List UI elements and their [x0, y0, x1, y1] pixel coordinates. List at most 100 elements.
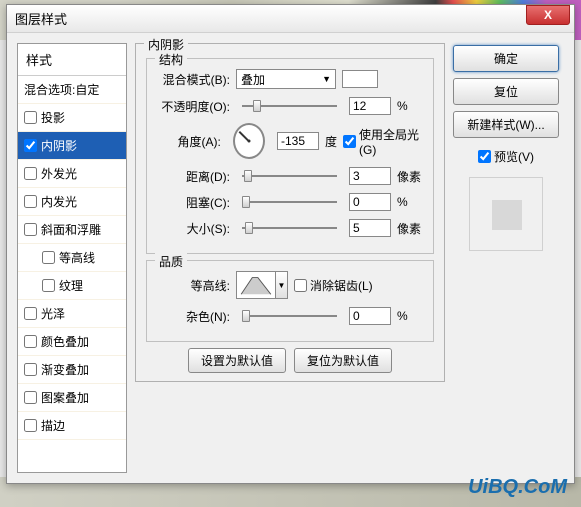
slider-thumb[interactable] — [242, 310, 250, 322]
size-input[interactable] — [349, 219, 391, 237]
layer-style-dialog: 图层样式 X 样式 混合选项:自定投影内阴影外发光内发光斜面和浮雕等高线纹理光泽… — [6, 4, 575, 484]
titlebar: 图层样式 X — [7, 5, 574, 33]
style-item-0[interactable]: 混合选项:自定 — [18, 76, 126, 104]
style-item-1[interactable]: 投影 — [18, 104, 126, 132]
angle-input[interactable] — [277, 132, 319, 150]
ok-button[interactable]: 确定 — [453, 45, 559, 72]
close-button[interactable]: X — [526, 5, 570, 25]
anti-alias-label: 消除锯齿(L) — [310, 277, 373, 294]
style-item-check[interactable] — [24, 139, 37, 152]
quality-group: 品质 等高线: ▼ 消除锯齿(L) 杂色(N): — [146, 260, 434, 342]
angle-dial[interactable] — [233, 123, 265, 159]
style-item-5[interactable]: 斜面和浮雕 — [18, 216, 126, 244]
structure-title: 结构 — [155, 51, 187, 68]
style-item-3[interactable]: 外发光 — [18, 160, 126, 188]
style-item-check[interactable] — [24, 195, 37, 208]
new-style-button[interactable]: 新建样式(W)... — [453, 111, 559, 138]
size-label: 大小(S): — [155, 220, 230, 237]
style-item-8[interactable]: 光泽 — [18, 300, 126, 328]
noise-unit: % — [397, 309, 425, 323]
contour-curve-icon — [237, 272, 275, 298]
noise-input[interactable] — [349, 307, 391, 325]
angle-unit: 度 — [325, 133, 337, 150]
quality-title: 品质 — [155, 253, 187, 270]
global-light-checkbox[interactable]: 使用全局光(G) — [343, 126, 425, 157]
inner-shadow-fieldset: 内阴影 结构 混合模式(B): 叠加 ▼ 不透明度(O): — [135, 43, 445, 382]
style-item-check[interactable] — [24, 335, 37, 348]
style-item-9[interactable]: 颜色叠加 — [18, 328, 126, 356]
slider-thumb[interactable] — [242, 196, 250, 208]
contour-label: 等高线: — [155, 277, 230, 294]
style-item-check[interactable] — [24, 223, 37, 236]
chevron-down-icon: ▼ — [322, 74, 331, 84]
angle-label: 角度(A): — [155, 133, 221, 150]
watermark: UiBQ.CoM — [468, 476, 567, 499]
opacity-unit: % — [397, 99, 425, 113]
style-item-label: 等高线 — [59, 249, 95, 266]
distance-unit: 像素 — [397, 168, 425, 185]
angle-center — [247, 140, 250, 143]
anti-alias-checkbox[interactable]: 消除锯齿(L) — [294, 277, 373, 294]
style-item-check[interactable] — [24, 111, 37, 124]
distance-slider[interactable] — [242, 175, 337, 177]
blend-mode-value: 叠加 — [241, 71, 265, 88]
style-item-2[interactable]: 内阴影 — [18, 132, 126, 160]
slider-thumb[interactable] — [244, 170, 252, 182]
opacity-label: 不透明度(O): — [155, 98, 230, 115]
noise-label: 杂色(N): — [155, 308, 230, 325]
choke-unit: % — [397, 195, 425, 209]
contour-picker[interactable] — [236, 271, 276, 299]
style-item-4[interactable]: 内发光 — [18, 188, 126, 216]
preview-checkbox[interactable]: 预览(V) — [453, 148, 559, 165]
style-item-check[interactable] — [24, 391, 37, 404]
opacity-input[interactable] — [349, 97, 391, 115]
main-panel: 内阴影 结构 混合模式(B): 叠加 ▼ 不透明度(O): — [135, 43, 445, 473]
style-item-check[interactable] — [24, 307, 37, 320]
contour-dropdown[interactable]: ▼ — [276, 271, 288, 299]
global-light-check[interactable] — [343, 135, 356, 148]
style-item-label: 投影 — [41, 109, 65, 126]
cancel-button[interactable]: 复位 — [453, 78, 559, 105]
preview-label: 预览(V) — [494, 148, 534, 165]
style-item-check[interactable] — [24, 167, 37, 180]
slider-thumb[interactable] — [245, 222, 253, 234]
style-item-label: 内阴影 — [41, 137, 77, 154]
style-item-label: 光泽 — [41, 305, 65, 322]
global-light-label: 使用全局光(G) — [359, 126, 425, 157]
style-item-label: 图案叠加 — [41, 389, 89, 406]
slider-thumb[interactable] — [253, 100, 261, 112]
opacity-slider[interactable] — [242, 105, 337, 107]
choke-label: 阻塞(C): — [155, 194, 230, 211]
distance-input[interactable] — [349, 167, 391, 185]
choke-slider[interactable] — [242, 201, 337, 203]
style-item-label: 混合选项:自定 — [24, 81, 99, 98]
style-item-label: 描边 — [41, 417, 65, 434]
distance-label: 距离(D): — [155, 168, 230, 185]
style-item-check[interactable] — [24, 419, 37, 432]
style-item-label: 内发光 — [41, 193, 77, 210]
content: 样式 混合选项:自定投影内阴影外发光内发光斜面和浮雕等高线纹理光泽颜色叠加渐变叠… — [7, 33, 574, 483]
style-item-check[interactable] — [42, 279, 55, 292]
style-item-check[interactable] — [24, 363, 37, 376]
preview-check[interactable] — [478, 150, 491, 163]
style-item-label: 渐变叠加 — [41, 361, 89, 378]
noise-slider[interactable] — [242, 315, 337, 317]
set-default-button[interactable]: 设置为默认值 — [188, 348, 286, 373]
style-item-check[interactable] — [42, 251, 55, 264]
style-item-10[interactable]: 渐变叠加 — [18, 356, 126, 384]
size-slider[interactable] — [242, 227, 337, 229]
choke-input[interactable] — [349, 193, 391, 211]
size-unit: 像素 — [397, 220, 425, 237]
reset-default-button[interactable]: 复位为默认值 — [294, 348, 392, 373]
style-item-12[interactable]: 描边 — [18, 412, 126, 440]
style-item-label: 纹理 — [59, 277, 83, 294]
style-item-7[interactable]: 纹理 — [18, 272, 126, 300]
style-item-11[interactable]: 图案叠加 — [18, 384, 126, 412]
anti-alias-check[interactable] — [294, 279, 307, 292]
blend-mode-combo[interactable]: 叠加 ▼ — [236, 69, 336, 89]
close-icon: X — [544, 8, 552, 22]
right-column: 确定 复位 新建样式(W)... 预览(V) — [453, 43, 559, 473]
preview-swatch — [492, 200, 522, 230]
style-item-6[interactable]: 等高线 — [18, 244, 126, 272]
blend-color-swatch[interactable] — [342, 70, 378, 88]
